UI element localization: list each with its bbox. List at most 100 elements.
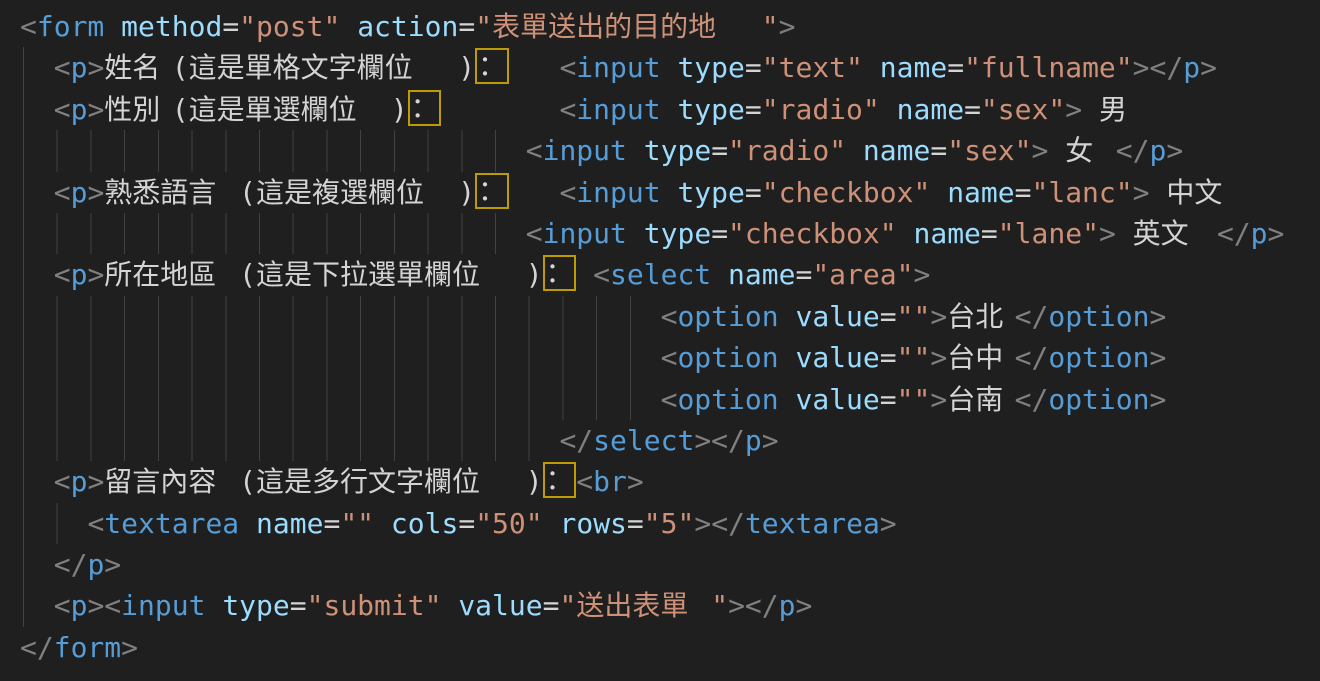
code-token bbox=[20, 258, 54, 291]
code-token: </ bbox=[1015, 383, 1049, 416]
code-line[interactable]: <option value="">台中</option> bbox=[20, 337, 1320, 378]
code-token: option bbox=[1048, 300, 1149, 333]
code-token: p bbox=[745, 424, 762, 457]
code-token bbox=[239, 507, 256, 540]
code-token: < bbox=[54, 176, 71, 209]
code-line[interactable]: <p>熟悉語言(這是複選欄位)： <input type="checkbox" … bbox=[20, 172, 1320, 213]
code-token: = bbox=[745, 93, 762, 126]
code-token: < bbox=[87, 507, 104, 540]
code-token: p bbox=[71, 51, 88, 84]
code-token: p bbox=[1183, 51, 1200, 84]
code-token bbox=[441, 589, 458, 622]
code-token: = bbox=[745, 176, 762, 209]
unicode-highlight-colon: ： bbox=[408, 90, 442, 126]
code-token: < bbox=[661, 300, 678, 333]
code-token bbox=[20, 548, 54, 581]
code-token: = bbox=[964, 93, 981, 126]
code-token: "radio" bbox=[762, 93, 880, 126]
code-line[interactable]: <p>留言內容(這是多行文字欄位)：<br> bbox=[20, 461, 1320, 502]
code-token: p bbox=[71, 589, 88, 622]
code-token: 性別 bbox=[104, 89, 171, 130]
code-token: "" bbox=[340, 507, 374, 540]
unicode-highlight-colon: ： bbox=[475, 48, 509, 84]
code-token: textarea bbox=[104, 507, 239, 540]
code-token bbox=[627, 134, 644, 167]
code-line[interactable]: <input type="checkbox" name="lane"> 英文 <… bbox=[20, 213, 1320, 254]
code-line[interactable]: <p>所在地區(這是下拉選單欄位)： <select name="area"> bbox=[20, 254, 1320, 295]
unicode-highlight-colon: ： bbox=[543, 255, 577, 291]
code-token: < bbox=[54, 465, 71, 498]
code-token: </ bbox=[1217, 217, 1251, 250]
code-token: > bbox=[87, 51, 104, 84]
code-token: > bbox=[87, 258, 104, 291]
code-token: < bbox=[661, 383, 678, 416]
code-token: 台中 bbox=[947, 337, 1014, 378]
code-token: p bbox=[1251, 217, 1268, 250]
code-token: ) bbox=[391, 93, 408, 126]
code-line[interactable]: <p>性別(這是單選欄位)： <input type="radio" name=… bbox=[20, 89, 1320, 130]
code-token bbox=[374, 507, 391, 540]
code-token bbox=[340, 10, 357, 43]
code-token: " bbox=[475, 10, 492, 43]
code-token: > bbox=[930, 341, 947, 374]
code-token bbox=[1082, 93, 1099, 126]
code-token: </ bbox=[1015, 300, 1049, 333]
code-token: > bbox=[779, 10, 796, 43]
code-token bbox=[20, 465, 54, 498]
code-token bbox=[846, 134, 863, 167]
code-token: 姓名 bbox=[104, 47, 171, 88]
code-editor[interactable]: <form method="post" action="表單送出的目的地"> <… bbox=[0, 0, 1320, 668]
code-line[interactable]: <input type="radio" name="sex"> 女 </p> bbox=[20, 130, 1320, 171]
code-token: type bbox=[644, 134, 711, 167]
code-token bbox=[779, 300, 796, 333]
code-token: "checkbox" bbox=[762, 176, 931, 209]
code-token bbox=[20, 383, 661, 416]
code-token: ></ bbox=[694, 424, 745, 457]
code-line[interactable]: <textarea name="" cols="50" rows="5"></t… bbox=[20, 503, 1320, 544]
code-token: = bbox=[290, 589, 307, 622]
code-token: </ bbox=[745, 589, 779, 622]
code-token: > bbox=[1133, 176, 1150, 209]
code-token: method bbox=[121, 10, 222, 43]
code-token: = bbox=[543, 589, 560, 622]
code-token: 熟悉語言 bbox=[104, 172, 239, 213]
code-line[interactable]: <option value="">台南</option> bbox=[20, 379, 1320, 420]
code-token: < bbox=[526, 217, 543, 250]
code-token: < bbox=[559, 176, 576, 209]
code-token: option bbox=[1048, 341, 1149, 374]
code-line[interactable]: </select></p> bbox=[20, 420, 1320, 461]
code-token bbox=[20, 341, 661, 374]
code-token: > bbox=[1150, 341, 1167, 374]
code-token: "sex" bbox=[947, 134, 1031, 167]
code-token: form bbox=[37, 10, 104, 43]
code-token: p bbox=[87, 548, 104, 581]
code-line[interactable]: </form> bbox=[20, 627, 1320, 668]
code-line[interactable]: </p> bbox=[20, 544, 1320, 585]
code-token: = bbox=[930, 134, 947, 167]
code-line[interactable]: <option value="">台北</option> bbox=[20, 296, 1320, 337]
code-token: action bbox=[357, 10, 458, 43]
code-line[interactable]: <form method="post" action="表單送出的目的地"> bbox=[20, 6, 1320, 47]
code-token: " bbox=[559, 589, 576, 622]
code-line[interactable]: <p><input type="submit" value="送出表單"></p… bbox=[20, 585, 1320, 626]
code-token: ) bbox=[526, 258, 543, 291]
code-token bbox=[20, 134, 526, 167]
code-token: value bbox=[458, 589, 542, 622]
code-token: " bbox=[762, 10, 779, 43]
code-token: "submit" bbox=[307, 589, 442, 622]
code-token: form bbox=[54, 631, 121, 664]
code-token bbox=[1116, 217, 1133, 250]
code-token: "5" bbox=[644, 507, 695, 540]
code-token: > bbox=[1150, 383, 1167, 416]
code-line[interactable]: <p>姓名(這是單格文字欄位)： <input type="text" name… bbox=[20, 47, 1320, 88]
code-token: < bbox=[54, 258, 71, 291]
code-token: type bbox=[677, 93, 744, 126]
code-token: ></ bbox=[1133, 51, 1184, 84]
code-token: > bbox=[1150, 300, 1167, 333]
code-token: < bbox=[54, 51, 71, 84]
code-token: "lane" bbox=[998, 217, 1099, 250]
code-token: value bbox=[795, 341, 879, 374]
code-token: </ bbox=[559, 424, 593, 457]
code-token bbox=[543, 507, 560, 540]
code-token: > bbox=[1200, 51, 1217, 84]
